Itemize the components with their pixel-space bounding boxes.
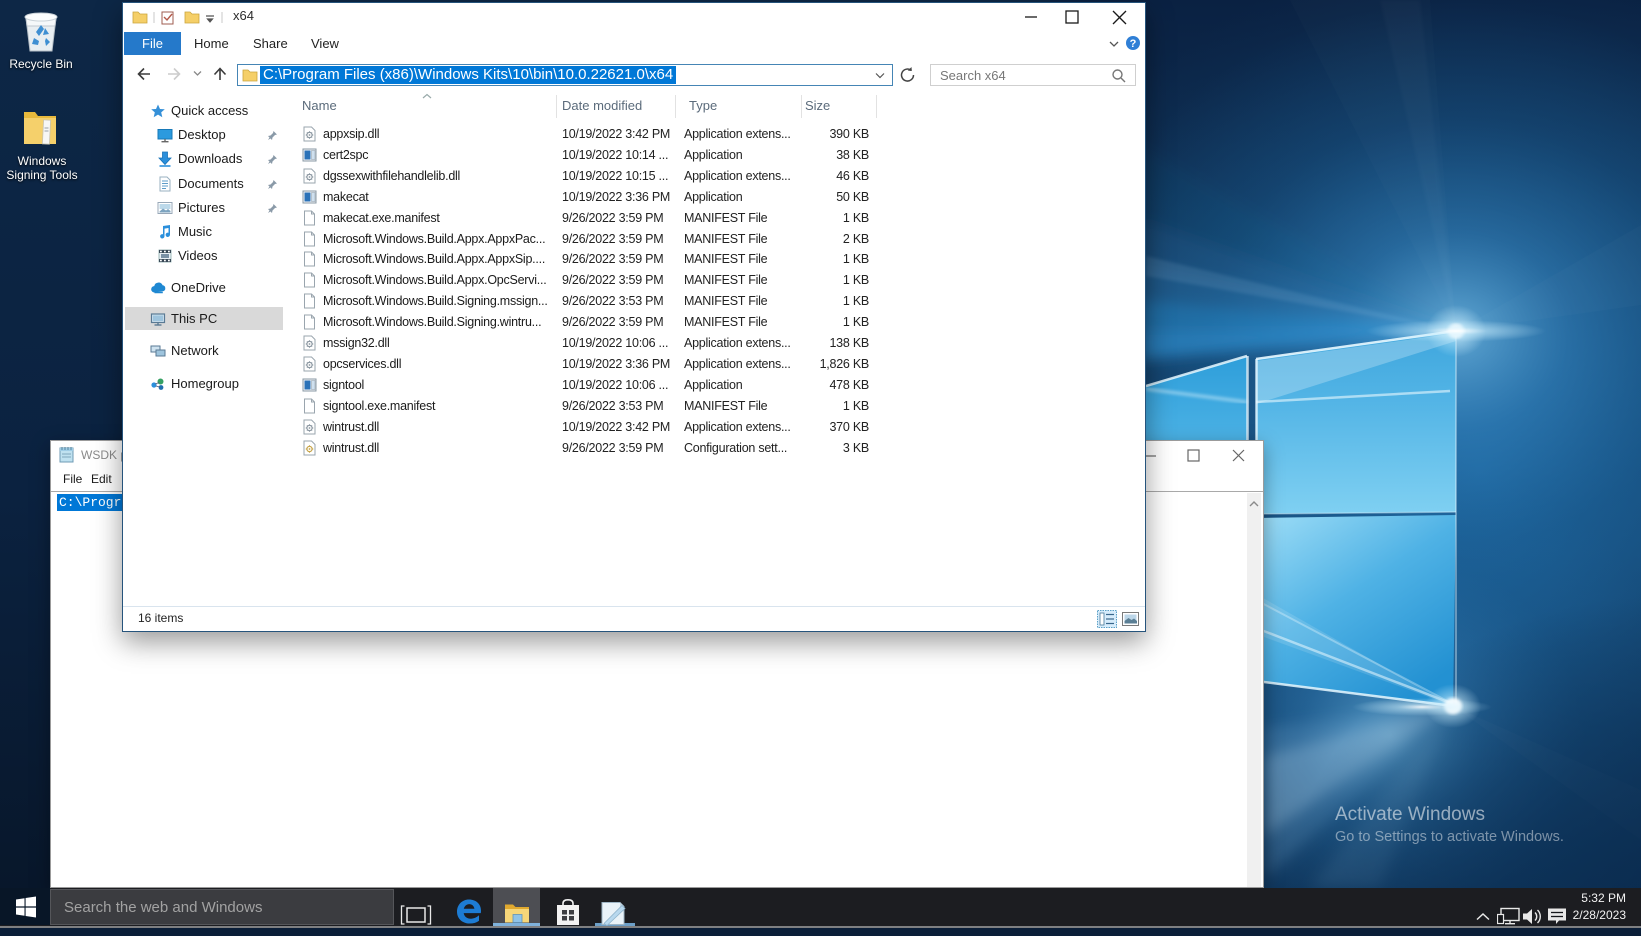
svg-text:Go to Settings to activate Win: Go to Settings to activate Windows. xyxy=(1335,829,1564,845)
svg-text:Activate Windows: Activate Windows xyxy=(1335,804,1485,825)
svg-text:?: ? xyxy=(1130,38,1137,50)
